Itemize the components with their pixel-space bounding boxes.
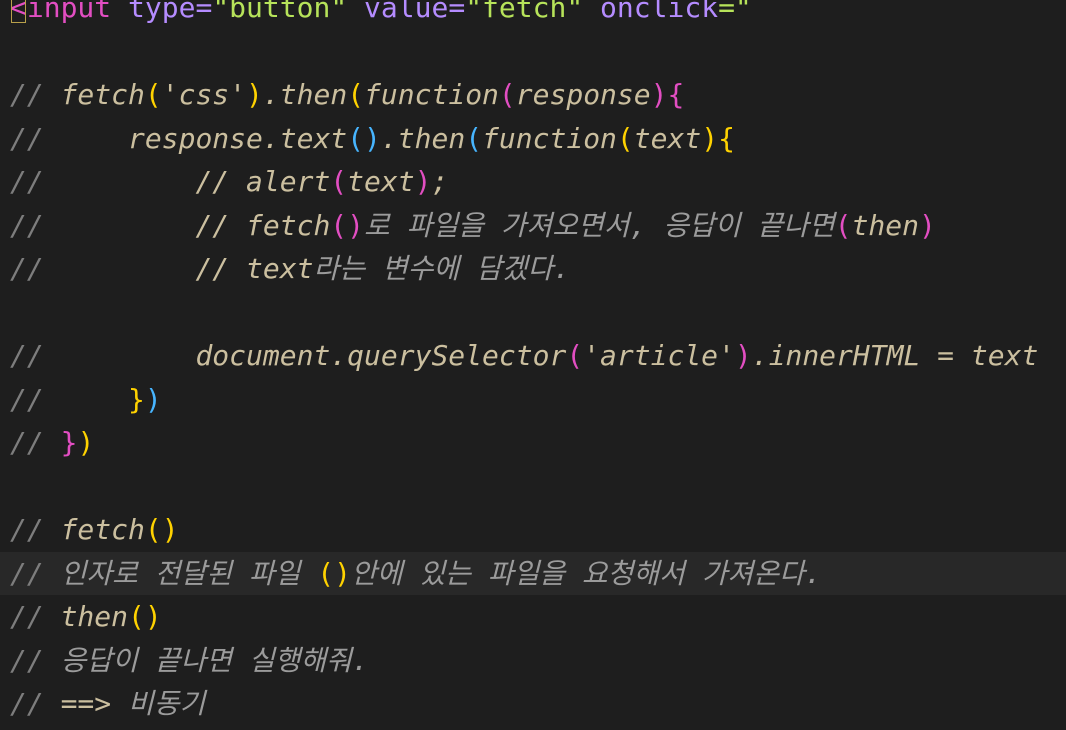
code-token: ="	[718, 0, 752, 24]
code-token: value	[364, 0, 449, 24]
code-token: //	[10, 78, 61, 111]
code-token: ()	[330, 208, 365, 242]
code-line[interactable]: // fetch('css').then(function(response){	[0, 73, 1066, 117]
code-token: document.querySelector	[195, 339, 567, 372]
code-token: then	[851, 208, 920, 242]
code-token: response.text	[128, 121, 348, 155]
code-token: )	[701, 121, 719, 155]
code-line[interactable]: // response.text().then(function(text){	[0, 117, 1066, 161]
code-token: ==>	[60, 687, 129, 720]
code-editor[interactable]: <input type="button" value="fetch" oncli…	[0, 0, 1066, 730]
code-token: (	[566, 339, 584, 372]
code-line[interactable]: // })	[0, 421, 1066, 465]
code-token: //	[10, 600, 61, 633]
code-token: 'article'	[583, 339, 735, 372]
code-token: (	[465, 121, 483, 155]
code-token: {	[718, 121, 735, 155]
code-token: )	[144, 382, 162, 416]
code-token: //	[10, 208, 196, 242]
code-token: response	[515, 78, 651, 111]
code-token: ()	[128, 600, 162, 633]
code-line[interactable]: <input type="button" value="fetch" oncli…	[0, 0, 1066, 30]
code-token: .innerHTML = text	[751, 339, 1039, 372]
code-token: (	[616, 121, 634, 155]
code-token: type	[128, 0, 196, 24]
code-token: // text	[195, 252, 314, 285]
code-line[interactable]	[0, 30, 1066, 74]
code-line[interactable]: // // alert(text);	[0, 160, 1066, 204]
code-token: onclick	[600, 0, 719, 24]
code-line[interactable]: // fetch()	[0, 508, 1066, 552]
code-token: ()	[317, 556, 351, 590]
code-token: .then	[380, 121, 466, 155]
code-token: input	[26, 0, 129, 24]
code-token: //	[10, 426, 61, 459]
code-token: (	[330, 165, 348, 198]
code-token: text	[347, 165, 415, 198]
code-line[interactable]: // ==> 비동기	[0, 682, 1066, 726]
code-token: )	[77, 426, 95, 459]
code-token: // fetch	[195, 208, 331, 242]
code-token: {	[667, 78, 685, 111]
code-token: //	[10, 382, 129, 416]
code-token: text	[633, 121, 702, 155]
code-line[interactable]: // document.querySelector('article').inn…	[0, 334, 1066, 378]
code-token: //	[10, 643, 61, 677]
code-token: // alert	[195, 165, 331, 198]
code-token: //	[10, 339, 196, 372]
code-token: =	[195, 0, 213, 24]
code-token: function	[482, 121, 617, 155]
code-line[interactable]	[0, 291, 1066, 335]
code-token: (	[834, 208, 852, 242]
code-token: }	[128, 382, 145, 416]
code-line[interactable]: // // fetch()로 파일을 가져오면서, 응답이 끝나면(then)	[0, 204, 1066, 248]
code-token: 'css'	[161, 78, 247, 111]
code-line[interactable]: // 응답이 끝나면 실행해줘.	[0, 639, 1066, 683]
code-token: 라는 변수에 담겠다.	[313, 252, 571, 285]
code-token: 인자로 전달된 파일	[60, 556, 318, 590]
code-token: "button"	[212, 0, 365, 24]
code-token: =	[448, 0, 466, 24]
code-token: )	[246, 78, 263, 111]
code-token: )	[650, 78, 668, 111]
code-token: )	[919, 208, 936, 242]
code-token: )	[734, 339, 752, 372]
code-token: <	[10, 0, 27, 24]
code-token: //	[10, 121, 129, 155]
code-line[interactable]: // 인자로 전달된 파일 ()안에 있는 파일을 요청해서 가져온다.	[0, 551, 1066, 595]
code-token: ()	[347, 121, 381, 155]
code-token: 로 파일을 가져오면서, 응답이 끝나면	[364, 208, 835, 242]
code-token: )	[414, 165, 432, 198]
code-token: 안에 있는 파일을 요청해서 가져온다.	[350, 556, 822, 590]
code-line[interactable]: // })	[0, 378, 1066, 422]
code-token: ()	[144, 513, 179, 546]
code-line[interactable]	[0, 465, 1066, 509]
code-token: //	[10, 252, 196, 285]
code-token: .then	[262, 78, 348, 111]
code-token: (	[347, 78, 365, 111]
code-token: }	[60, 426, 78, 459]
code-token: function	[364, 78, 499, 111]
code-token: then	[60, 600, 129, 633]
code-token: (	[144, 78, 162, 111]
code-token: //	[10, 556, 61, 590]
code-token: //	[10, 165, 196, 198]
code-token: 응답이 끝나면 실행해줘.	[60, 643, 369, 677]
code-line[interactable]: // // text라는 변수에 담겠다.	[0, 247, 1066, 291]
code-token: fetch	[60, 513, 145, 546]
code-token: //	[10, 513, 61, 546]
code-line[interactable]: // then()	[0, 595, 1066, 639]
code-token: //	[10, 687, 61, 720]
code-token: 비동기	[128, 687, 206, 720]
code-token: ;	[431, 165, 449, 198]
code-token: (	[498, 78, 516, 111]
code-token: fetch	[60, 78, 145, 111]
code-token: "fetch"	[465, 0, 601, 24]
